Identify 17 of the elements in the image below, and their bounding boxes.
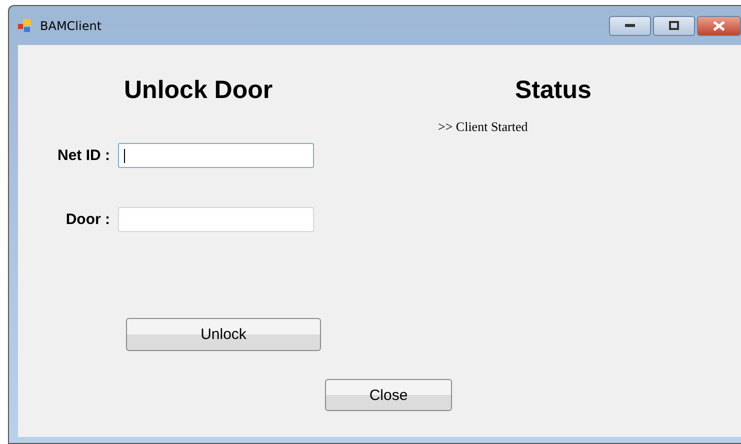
unlock-button[interactable]: Unlock	[126, 318, 321, 351]
minimize-button[interactable]	[609, 16, 651, 36]
close-window-button[interactable]	[697, 16, 741, 36]
status-heading: Status	[515, 76, 592, 105]
field-label: Door :	[64, 211, 111, 228]
maximize-button[interactable]	[653, 16, 695, 36]
input-field[interactable]	[118, 143, 314, 168]
minimize-icon	[625, 24, 635, 28]
close-icon	[713, 20, 725, 30]
input-field[interactable]	[118, 207, 314, 232]
window-title: BAMClient	[40, 18, 102, 32]
close-button[interactable]: Close	[325, 379, 452, 411]
maximize-icon	[669, 21, 679, 30]
unlock-heading: Unlock Door	[124, 76, 274, 105]
status-message: >> Client Started	[438, 119, 529, 135]
app-icon	[18, 18, 34, 32]
field-label: Net ID :	[56, 147, 111, 164]
